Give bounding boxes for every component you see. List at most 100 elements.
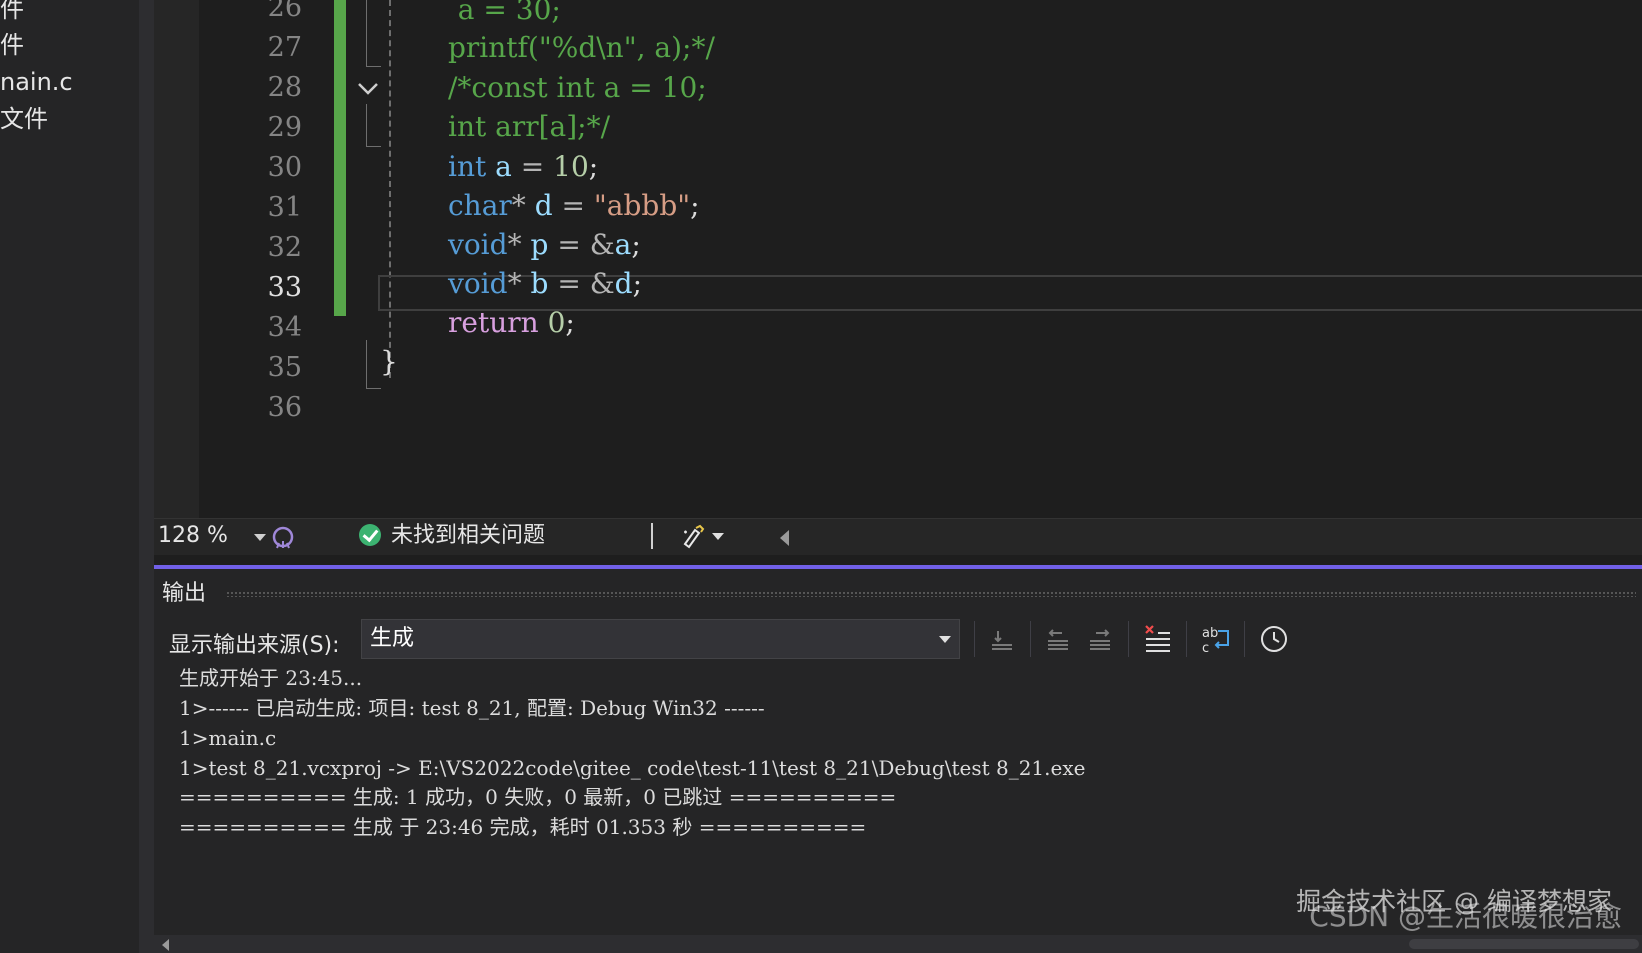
keyword: char: [448, 189, 512, 222]
fold-bracket: [366, 104, 381, 147]
issues-indicator[interactable]: 未找到相关问题: [359, 521, 545, 551]
zoom-value: 128 %: [158, 523, 228, 548]
operator: =: [557, 267, 581, 300]
clear-all-icon[interactable]: [1140, 621, 1176, 657]
comment-text: a = 30;: [440, 0, 561, 26]
explorer-item[interactable]: 文件: [0, 104, 48, 134]
go-to-location-icon[interactable]: [984, 621, 1020, 657]
code-line-30: int a = 10;: [448, 147, 598, 187]
line-number: 28: [267, 72, 302, 103]
explorer-item[interactable]: 件: [0, 0, 24, 24]
keyword: int: [448, 150, 487, 183]
chevron-down-icon: [939, 636, 951, 643]
divider: [1186, 621, 1187, 657]
scroll-left-icon[interactable]: [162, 939, 169, 951]
splitter[interactable]: [139, 0, 154, 953]
scrollbar-thumb[interactable]: [1409, 939, 1639, 949]
identifier: b: [530, 267, 549, 300]
line-number-current: 33: [267, 272, 302, 303]
code-line-34: return 0;: [448, 303, 575, 343]
check-circle-icon: [359, 524, 381, 546]
line-number: 26: [267, 0, 302, 23]
identifier: a: [495, 150, 512, 183]
operator: =: [520, 150, 545, 183]
identifier: d: [534, 189, 553, 222]
change-tracking-bar: [334, 0, 346, 316]
output-line: 1>test 8_21.vcxproj -> E:\VS2022code\git…: [179, 756, 1086, 780]
line-number: 29: [267, 112, 302, 143]
identifier: d: [614, 267, 633, 300]
divider: [1030, 621, 1031, 657]
line-number: 34: [267, 312, 302, 343]
fold-bracket: [366, 0, 381, 67]
issues-text: 未找到相关问题: [391, 523, 546, 548]
comment-text: int arr[a];*/: [448, 110, 611, 143]
output-line: ========== 生成: 1 成功，0 失败，0 最新，0 已跳过 ====…: [179, 785, 897, 809]
code-line-35: }: [380, 342, 398, 382]
punctuation: ;: [631, 228, 641, 261]
comment-text: printf("%d\n", a);*/: [448, 31, 715, 64]
output-source-select[interactable]: 生成: [361, 619, 960, 659]
keyword: void: [448, 228, 508, 261]
keyword: return: [448, 306, 539, 339]
output-line: 1>main.c: [179, 726, 277, 750]
identifier: p: [530, 228, 549, 261]
punctuation: ;: [565, 306, 575, 339]
output-line: 生成开始于 23:45...: [179, 666, 363, 690]
intellicode-icon[interactable]: [270, 524, 296, 550]
previous-message-icon[interactable]: [1040, 621, 1076, 657]
closing-brace: }: [380, 345, 398, 378]
punctuation: ;: [632, 267, 642, 300]
output-line: 1>------ 已启动生成: 项目: test 8_21, 配置: Debug…: [179, 696, 765, 720]
ide-window: 件 件 nain.c 文件 26 27 28 29 30 31 32 33 34…: [0, 0, 1642, 953]
line-number: 36: [267, 392, 302, 423]
operator: *: [511, 189, 526, 222]
chevron-down-icon: [254, 534, 266, 541]
line-number: 32: [267, 232, 302, 263]
divider: [651, 523, 653, 549]
next-message-icon[interactable]: [1082, 621, 1118, 657]
operator: *: [507, 228, 522, 261]
punctuation: ;: [690, 189, 700, 222]
line-number: 27: [267, 32, 302, 63]
operator: =: [557, 228, 581, 261]
operator: =: [561, 189, 586, 222]
collapse-chevron-icon[interactable]: [354, 76, 382, 102]
operator: &: [589, 228, 615, 261]
code-line-27: printf("%d\n", a);*/: [448, 28, 715, 68]
svg-text:c: c: [1202, 641, 1209, 656]
word-wrap-icon[interactable]: ab c: [1198, 621, 1234, 657]
svg-text:ab: ab: [1202, 626, 1218, 641]
panel-drag-handle[interactable]: [226, 591, 1636, 597]
output-line: ========== 生成 于 23:46 完成，耗时 01.353 秒 ===…: [179, 815, 867, 839]
fold-bracket: [366, 340, 381, 389]
line-number: 35: [267, 352, 302, 383]
zoom-dropdown[interactable]: 128 %: [154, 521, 272, 551]
output-source-value: 生成: [370, 626, 415, 651]
scroll-left-icon[interactable]: [780, 530, 789, 546]
explorer-item-main-c[interactable]: nain.c: [0, 67, 73, 97]
clock-icon[interactable]: [1256, 621, 1292, 657]
code-cleanup-brush-icon[interactable]: [679, 522, 707, 550]
divider: [1244, 621, 1245, 657]
output-source-label: 显示输出来源(S):: [169, 633, 340, 658]
punctuation: ;: [588, 150, 599, 183]
divider: [974, 621, 975, 657]
explorer-item[interactable]: 件: [0, 30, 24, 60]
code-line-32: void* p = &a;: [448, 225, 641, 265]
indicator-margin: [154, 0, 199, 518]
chevron-down-icon[interactable]: [712, 533, 724, 540]
code-editor[interactable]: 26 27 28 29 30 31 32 33 34 35 36 a = 30;…: [154, 0, 1642, 518]
code-line-29: int arr[a];*/: [448, 107, 610, 147]
indent-guide: [389, 0, 391, 378]
editor-status-bar: 128 % 未找到相关问题: [154, 518, 1642, 555]
line-number: 31: [267, 192, 302, 223]
operator: *: [507, 267, 522, 300]
code-line-28: /*const int a = 10;: [448, 68, 707, 108]
number-literal: 10: [553, 150, 589, 183]
watermark-juejin: 掘金技术社区 @ 编译梦想家: [1296, 887, 1612, 916]
keyword: void: [448, 267, 508, 300]
horizontal-scrollbar[interactable]: [154, 935, 1642, 953]
operator: &: [589, 267, 615, 300]
line-number: 30: [267, 152, 302, 183]
